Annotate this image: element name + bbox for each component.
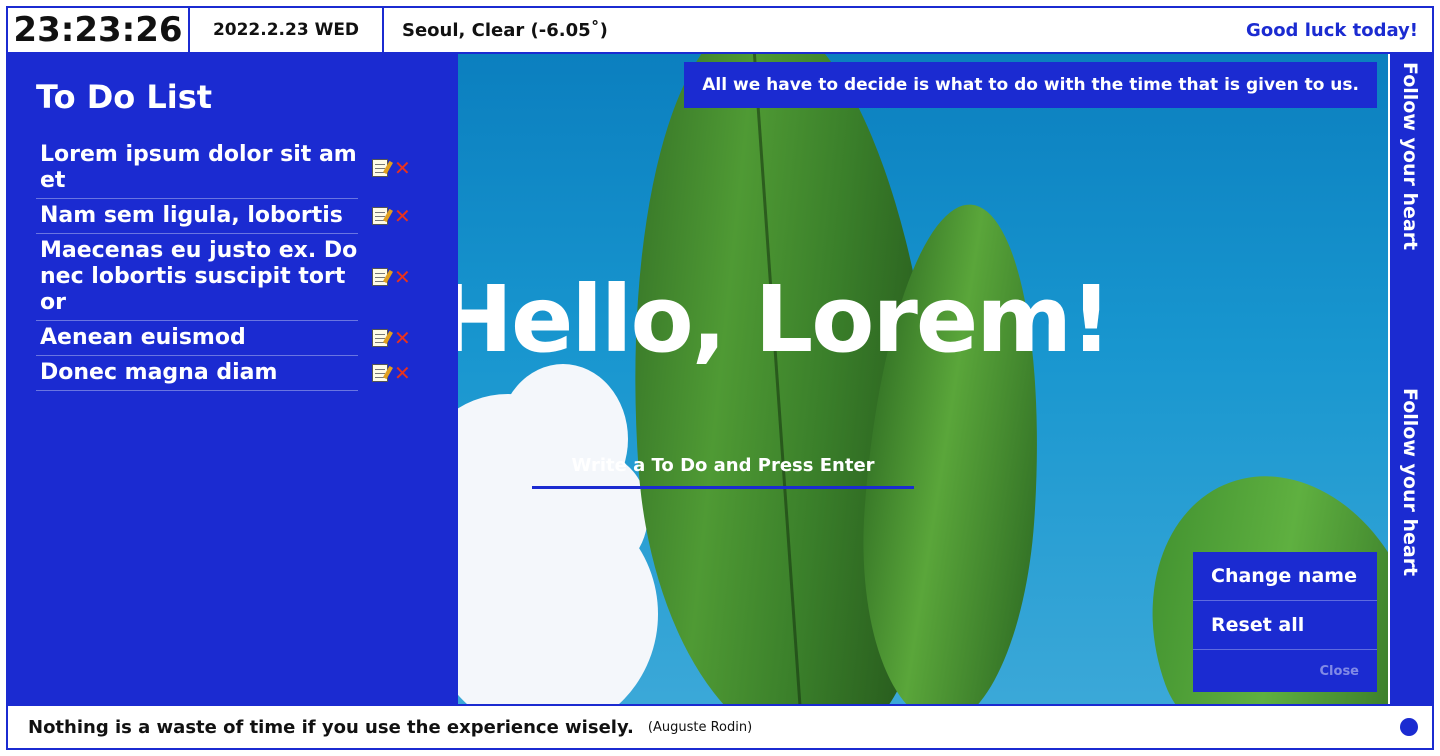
edit-note-icon[interactable] [372,329,388,347]
todo-item-text: Nam sem ligula, lobortis [40,203,343,228]
todo-actions: ✕ [372,267,411,287]
greeting: Hello, Lorem! [458,266,1112,373]
footer-author: (Auguste Rodin) [647,719,753,735]
todo-item-text: Maecenas eu justo ex. Donec lobortis sus… [40,238,358,315]
side-text-top: Follow your heart [1399,62,1421,251]
todo-item: Donec magna diam ✕ [36,356,411,391]
delete-x-icon[interactable]: ✕ [394,267,411,287]
todo-item-text: Lorem ipsum dolor sit amet [40,142,357,193]
delete-x-icon[interactable]: ✕ [394,206,411,226]
edit-note-icon[interactable] [372,364,388,382]
clock: 23:23:26 [8,8,190,52]
delete-x-icon[interactable]: ✕ [394,158,411,178]
settings-menu: Change name Reset all Close [1193,552,1377,692]
weather: Seoul, Clear (-6.05˚) [402,19,608,41]
footer-bar: Nothing is a waste of time if you use th… [8,704,1432,748]
close-button[interactable]: Close [1193,650,1377,692]
todo-actions: ✕ [372,206,411,226]
change-name-button[interactable]: Change name [1193,552,1377,601]
todo-item: Lorem ipsum dolor sit amet ✕ [36,138,411,199]
todo-item-text: Donec magna diam [40,360,278,385]
edit-note-icon[interactable] [372,268,388,286]
header-bar: 23:23:26 2022.2.23 WED Seoul, Clear (-6.… [8,8,1432,54]
todo-actions: ✕ [372,328,411,348]
todo-panel: To Do List Lorem ipsum dolor sit amet ✕ … [8,54,458,704]
reset-all-button[interactable]: Reset all [1193,601,1377,650]
footer-quote: Nothing is a waste of time if you use th… [28,716,634,738]
side-text-bottom: Follow your heart [1399,388,1421,577]
delete-x-icon[interactable]: ✕ [394,328,411,348]
quote-banner: All we have to decide is what to do with… [684,62,1377,108]
todo-list: Lorem ipsum dolor sit amet ✕ Nam sem lig… [36,138,426,391]
todo-item: Maecenas eu justo ex. Donec lobortis sus… [36,234,411,321]
todo-actions: ✕ [372,158,411,178]
app-frame: 23:23:26 2022.2.23 WED Seoul, Clear (-6.… [6,6,1434,750]
edit-note-icon[interactable] [372,159,388,177]
header-message: Good luck today! [1246,19,1418,41]
todo-item: Aenean euismod ✕ [36,321,411,356]
delete-x-icon[interactable]: ✕ [394,363,411,383]
menu-toggle-dot[interactable] [1400,718,1418,736]
side-banner: Follow your heart Follow your heart [1388,54,1432,704]
date: 2022.2.23 WED [190,8,384,52]
todo-actions: ✕ [372,363,411,383]
todo-input[interactable] [532,444,914,489]
todo-title: To Do List [36,78,213,116]
edit-note-icon[interactable] [372,207,388,225]
background-photo: All we have to decide is what to do with… [458,54,1388,704]
todo-item: Nam sem ligula, lobortis ✕ [36,199,411,234]
todo-item-text: Aenean euismod [40,325,246,350]
